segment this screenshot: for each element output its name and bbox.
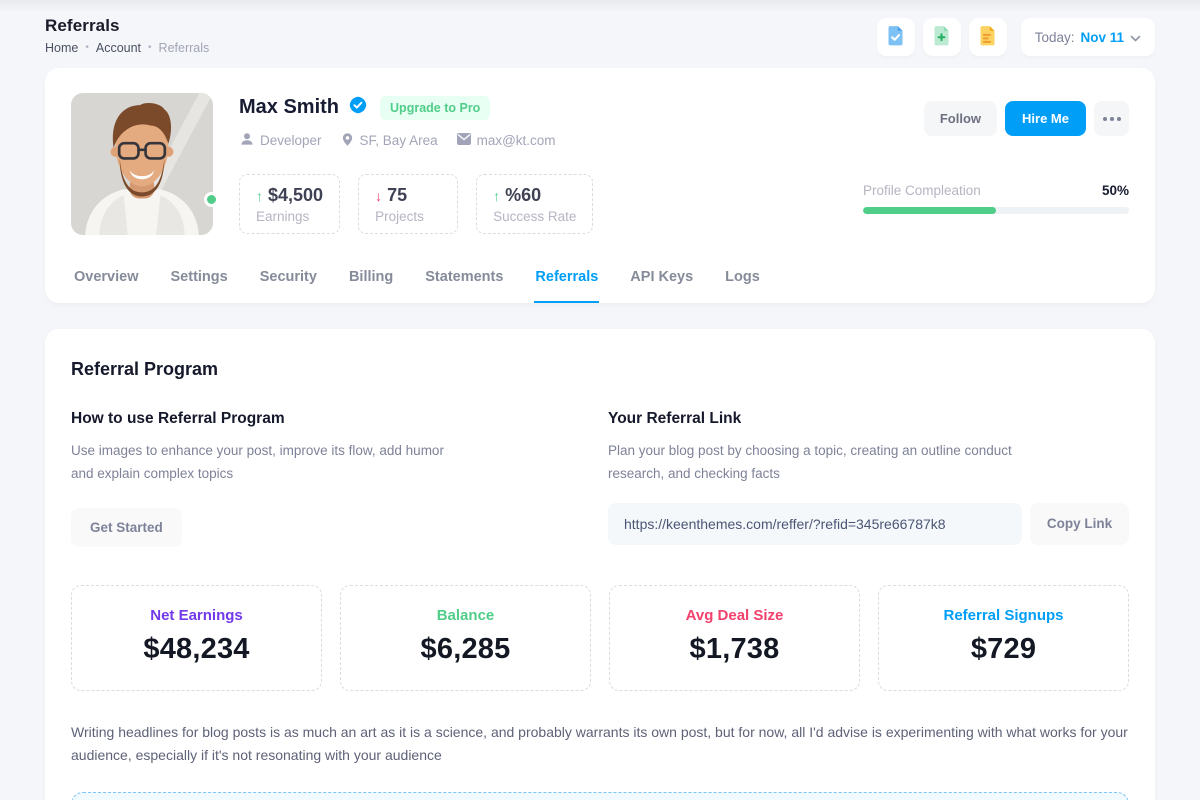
breadcrumb-separator: • — [85, 43, 89, 53]
hire-me-button[interactable]: Hire Me — [1005, 101, 1086, 136]
referral-link-input[interactable] — [608, 503, 1022, 545]
breadcrumb-account[interactable]: Account — [96, 41, 141, 55]
trend-up-icon: ↑ — [256, 188, 263, 204]
profile-progress-fill — [863, 207, 996, 214]
completion-label: Profile Compleation — [863, 183, 981, 198]
file-check-button[interactable] — [877, 18, 915, 56]
breadcrumb-separator: • — [148, 43, 152, 53]
avatar-illustration — [71, 93, 213, 235]
breadcrumb-current: Referrals — [159, 41, 210, 55]
profile-progress-track — [863, 207, 1129, 214]
referral-program-title: Referral Program — [71, 359, 1129, 380]
copy-link-button[interactable]: Copy Link — [1030, 503, 1129, 545]
profile-right: Follow Hire Me Profile Compleation 50% — [863, 93, 1129, 235]
profile-location: SF, Bay Area — [340, 132, 438, 150]
profile-name: Max Smith — [239, 96, 339, 119]
more-options-button[interactable] — [1094, 101, 1129, 136]
profile-email: max@kt.com — [456, 132, 556, 149]
tab-referrals[interactable]: Referrals — [534, 261, 599, 303]
referral-program-card: Referral Program How to use Referral Pro… — [45, 329, 1155, 800]
metric-avg-deal-size: Avg Deal Size $1,738 — [609, 585, 860, 691]
tab-security[interactable]: Security — [259, 261, 318, 303]
chevron-down-icon — [1130, 30, 1141, 45]
trend-down-icon: ↓ — [375, 188, 382, 204]
verified-badge-icon — [348, 95, 368, 120]
referral-link-column: Your Referral Link Plan your blog post b… — [608, 410, 1129, 547]
page: Referrals Home • Account • Referrals — [0, 0, 1200, 800]
referral-link-heading: Your Referral Link — [608, 410, 1129, 428]
how-to-text: Use images to enhance your post, improve… — [71, 440, 469, 486]
profile-card: Max Smith Upgrade to Pro Developer — [45, 68, 1155, 303]
ellipsis-icon — [1103, 117, 1121, 121]
referral-link-text: Plan your blog post by choosing a topic,… — [608, 440, 1040, 486]
user-icon — [239, 131, 255, 150]
file-plus-icon — [932, 25, 951, 49]
tab-logs[interactable]: Logs — [724, 261, 761, 303]
referral-note: Writing headlines for blog posts is as m… — [71, 721, 1129, 766]
avatar — [71, 93, 213, 235]
stat-success-rate: ↑ %60 Success Rate — [476, 174, 593, 234]
stat-earnings: ↑ $4,500 Earnings — [239, 174, 340, 234]
file-plus-button[interactable] — [923, 18, 961, 56]
how-to-heading: How to use Referral Program — [71, 410, 541, 428]
trend-up-icon: ↑ — [493, 188, 500, 204]
date-label: Today: — [1035, 30, 1075, 45]
withdraw-notice: Withdraw Your Money to a Bank Account — [71, 792, 1129, 800]
profile-role: Developer — [239, 131, 322, 150]
profile-completion: Profile Compleation 50% — [863, 183, 1129, 214]
tab-api-keys[interactable]: API Keys — [629, 261, 694, 303]
tab-billing[interactable]: Billing — [348, 261, 394, 303]
profile-meta: Developer SF, Bay Area max@kt.com — [239, 131, 837, 150]
tab-settings[interactable]: Settings — [170, 261, 229, 303]
referral-metrics: Net Earnings $48,234 Balance $6,285 Avg … — [71, 585, 1129, 691]
metric-net-earnings: Net Earnings $48,234 — [71, 585, 322, 691]
profile-tabs: Overview Settings Security Billing State… — [71, 261, 1129, 303]
file-lines-icon — [978, 25, 997, 49]
toolbar-left: Referrals Home • Account • Referrals — [45, 16, 209, 55]
tab-overview[interactable]: Overview — [73, 261, 140, 303]
envelope-icon — [456, 132, 472, 149]
profile-stats: ↑ $4,500 Earnings ↓ 75 Projects — [239, 174, 837, 234]
metric-referral-signups: Referral Signups $729 — [878, 585, 1129, 691]
upgrade-pro-badge[interactable]: Upgrade to Pro — [380, 96, 490, 120]
completion-percent: 50% — [1102, 183, 1129, 198]
date-picker-button[interactable]: Today: Nov 11 — [1021, 18, 1155, 56]
tab-statements[interactable]: Statements — [424, 261, 504, 303]
toolbar-right: Today: Nov 11 — [877, 18, 1155, 56]
file-lines-button[interactable] — [969, 18, 1007, 56]
stat-projects: ↓ 75 Projects — [358, 174, 458, 234]
breadcrumb: Home • Account • Referrals — [45, 41, 209, 55]
metric-balance: Balance $6,285 — [340, 585, 591, 691]
online-status-dot — [204, 192, 219, 207]
location-pin-icon — [340, 132, 355, 150]
follow-button[interactable]: Follow — [924, 101, 997, 136]
breadcrumb-home[interactable]: Home — [45, 41, 78, 55]
how-to-column: How to use Referral Program Use images t… — [71, 410, 541, 547]
get-started-button[interactable]: Get Started — [71, 508, 182, 547]
profile-main: Max Smith Upgrade to Pro Developer — [239, 93, 837, 235]
date-value: Nov 11 — [1080, 30, 1124, 45]
toolbar: Referrals Home • Account • Referrals — [0, 0, 1200, 68]
page-title: Referrals — [45, 16, 209, 36]
file-check-icon — [886, 25, 905, 49]
